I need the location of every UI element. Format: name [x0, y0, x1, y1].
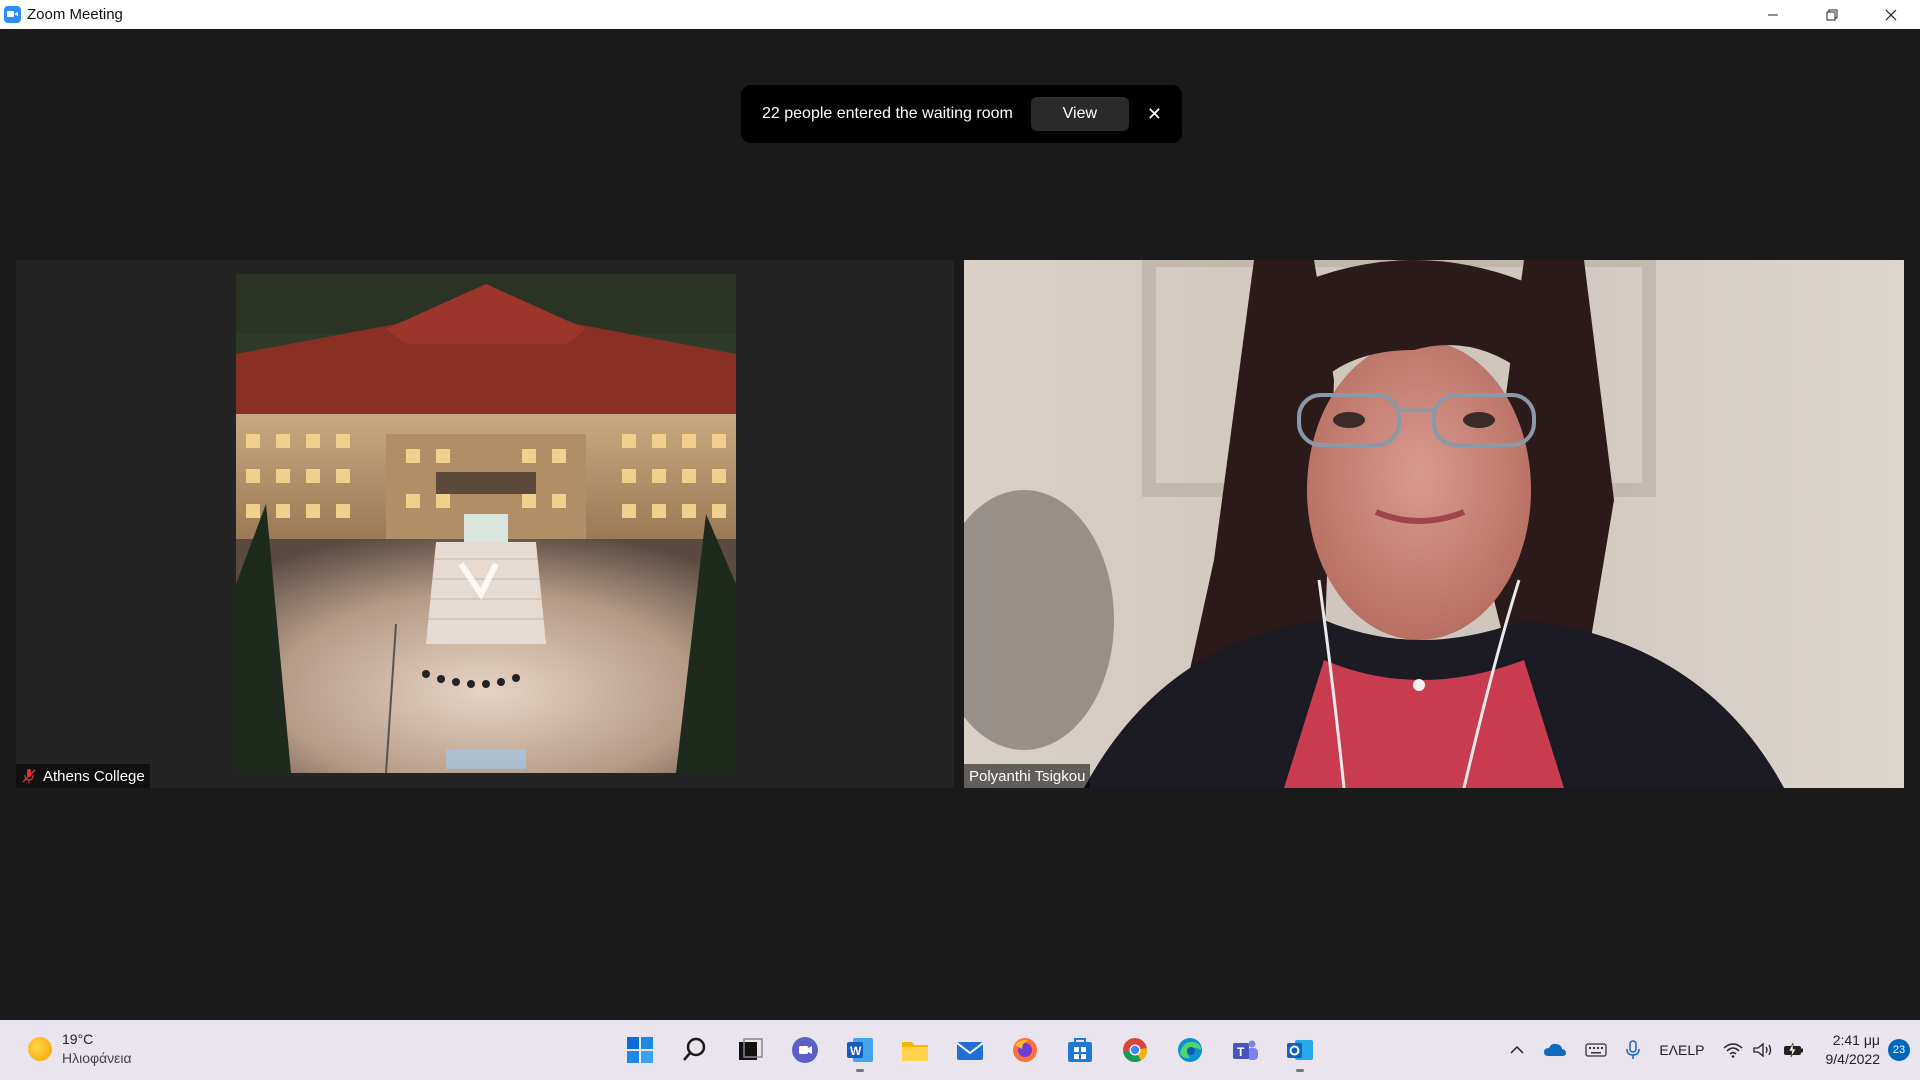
word-icon: W: [846, 1038, 873, 1062]
keyboard-icon: [1585, 1043, 1607, 1057]
close-window-button[interactable]: [1861, 0, 1920, 29]
file-explorer-button[interactable]: [887, 1028, 942, 1072]
video-tile-polyanthi-tsigkou[interactable]: Polyanthi Tsigkou: [964, 260, 1904, 788]
mail-icon: [955, 1042, 984, 1060]
restore-icon: [1826, 9, 1837, 20]
quick-settings-button[interactable]: [1723, 1042, 1805, 1058]
cloud-icon: [1544, 1043, 1567, 1056]
weather-condition: Ηλιοφάνεια: [62, 1050, 132, 1066]
volume-icon: [1752, 1042, 1771, 1058]
chrome-button[interactable]: [1107, 1028, 1162, 1072]
mail-app-button[interactable]: [942, 1028, 997, 1072]
meeting-stage: 22 people entered the waiting room View …: [0, 29, 1920, 1020]
microphone-icon: [1626, 1040, 1641, 1059]
search-button[interactable]: [667, 1028, 722, 1072]
participant-name: Athens College: [43, 767, 145, 785]
minimize-icon: [1767, 14, 1778, 15]
outlook-button[interactable]: [1272, 1028, 1327, 1072]
taskbar-apps: W T: [612, 1028, 1327, 1072]
battery-charging-icon: [1783, 1042, 1803, 1058]
participant-name: Polyanthi Tsigkou: [969, 767, 1086, 785]
dismiss-notification-button[interactable]: ✕: [1147, 104, 1162, 125]
teams-chat-icon: [791, 1037, 818, 1063]
athens-college-building-image: [236, 274, 736, 773]
onedrive-button[interactable]: [1543, 1042, 1567, 1058]
svg-text:T: T: [1237, 1045, 1245, 1059]
windows-taskbar: 19°C Ηλιοφάνεια W T ΕΛ ELP 2:41 μμ 9/4/2…: [0, 1020, 1920, 1080]
edge-button[interactable]: [1162, 1028, 1217, 1072]
keyboard-layout: ELP: [1678, 1041, 1705, 1058]
start-icon: [626, 1037, 653, 1063]
teams-button[interactable]: T: [1217, 1028, 1272, 1072]
outlook-icon: [1286, 1040, 1313, 1060]
close-icon: [1885, 9, 1896, 20]
restore-button[interactable]: [1802, 0, 1861, 29]
wifi-icon: [1723, 1043, 1742, 1058]
waiting-room-notification: 22 people entered the waiting room View …: [741, 85, 1182, 143]
window-title: Zoom Meeting: [27, 6, 123, 23]
system-tray: ΕΛ ELP 2:41 μμ 9/4/2022 23: [1500, 1020, 1920, 1080]
video-tile-athens-college[interactable]: Athens College: [16, 260, 954, 788]
clock-time: 2:41 μμ: [1832, 1032, 1880, 1048]
teams-chat-button[interactable]: [777, 1028, 832, 1072]
title-bar: Zoom Meeting: [0, 0, 1920, 29]
task-view-button[interactable]: [722, 1028, 777, 1072]
running-indicator: [1296, 1069, 1304, 1072]
running-indicator: [856, 1069, 864, 1072]
store-icon: [1067, 1038, 1092, 1062]
notification-text: 22 people entered the waiting room: [762, 105, 1013, 122]
edge-icon: [1177, 1038, 1202, 1062]
firefox-button[interactable]: [997, 1028, 1052, 1072]
svg-text:W: W: [850, 1044, 862, 1058]
search-icon: [682, 1037, 705, 1061]
minimize-button[interactable]: [1743, 0, 1802, 29]
weather-temperature: 19°C: [62, 1031, 94, 1047]
firefox-icon: [1012, 1038, 1037, 1062]
store-button[interactable]: [1052, 1028, 1107, 1072]
participant-name-tag: Polyanthi Tsigkou: [964, 764, 1091, 788]
participant-name-tag: Athens College: [16, 764, 150, 788]
input-language-button[interactable]: ΕΛ ELP: [1659, 1041, 1704, 1060]
file-explorer-icon: [901, 1042, 928, 1061]
view-waiting-room-button[interactable]: View: [1030, 97, 1129, 131]
word-app-button[interactable]: W: [832, 1028, 887, 1072]
weather-widget[interactable]: 19°C Ηλιοφάνεια: [28, 1030, 132, 1068]
touch-keyboard-button[interactable]: [1585, 1042, 1607, 1058]
window-controls: [1743, 0, 1920, 29]
chevron-up-icon: [1510, 1045, 1524, 1054]
start-button[interactable]: [612, 1028, 667, 1072]
clock-button[interactable]: 2:41 μμ 9/4/2022: [1826, 1031, 1881, 1069]
microphone-in-use-button[interactable]: [1625, 1040, 1641, 1060]
clock-date: 9/4/2022: [1825, 1051, 1881, 1067]
participant-video-feed: [964, 260, 1904, 788]
chrome-icon: [1122, 1038, 1147, 1062]
teams-icon: T: [1232, 1040, 1258, 1060]
zoom-app-icon: [4, 6, 21, 23]
task-view-icon: [738, 1038, 763, 1060]
microphone-muted-icon: [21, 768, 37, 784]
show-hidden-icons-button[interactable]: [1509, 1042, 1525, 1058]
language-code: ΕΛ: [1659, 1041, 1679, 1058]
notification-count-badge[interactable]: 23: [1888, 1039, 1910, 1061]
sun-icon: [28, 1037, 52, 1061]
